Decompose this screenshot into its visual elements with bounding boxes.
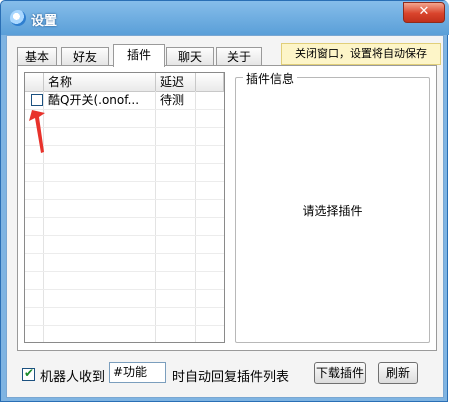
close-button[interactable]: ✕ — [403, 2, 445, 23]
tab-friends[interactable]: 好友 — [61, 47, 109, 66]
plugin-info-group: 插件信息 请选择插件 — [235, 70, 430, 343]
app-logo-icon — [10, 10, 26, 26]
plugin-enable-checkbox[interactable] — [31, 94, 43, 106]
autosave-notice: 关闭窗口，设置将自动保存 — [281, 43, 441, 65]
select-plugin-placeholder: 请选择插件 — [302, 204, 363, 218]
grid-line — [25, 325, 224, 326]
grid-line — [25, 307, 224, 308]
title-bar[interactable]: 设置 ✕ — [1, 1, 449, 35]
auto-reply-suffix-label: 时自动回复插件列表 — [172, 370, 290, 385]
header-spacer — [196, 73, 224, 91]
grid-line — [25, 235, 224, 236]
download-plugin-button[interactable]: 下载插件 — [314, 362, 366, 384]
plugin-list[interactable]: 名称 延迟 酷Q开关(.onof... 待测 — [24, 72, 225, 343]
grid-line — [25, 109, 224, 110]
grid-line — [25, 163, 224, 164]
list-header: 名称 延迟 — [25, 73, 224, 92]
tab-chat[interactable]: 聊天 — [166, 47, 214, 66]
grid-line — [25, 217, 224, 218]
grid-line — [25, 127, 224, 128]
auto-reply-label[interactable]: 机器人收到 — [40, 366, 105, 385]
header-check-column[interactable] — [25, 73, 44, 91]
tab-plugins[interactable]: 插件 — [113, 44, 165, 67]
grid-line — [25, 289, 224, 290]
settings-content: 基本 好友 插件 聊天 关于 关闭窗口，设置将自动保存 名称 延迟 酷Q开关(.… — [6, 35, 444, 398]
window-title: 设置 — [31, 14, 58, 29]
grid-line — [25, 253, 224, 254]
header-delay[interactable]: 延迟 — [156, 73, 196, 91]
auto-reply-checkbox[interactable]: ✔ — [22, 366, 35, 381]
grid-line — [25, 181, 224, 182]
bottom-bar: ✔ 机器人收到 #功能 时自动回复插件列表 下载插件 刷新 — [7, 354, 443, 394]
settings-window: 设置 ✕ 基本 好友 插件 聊天 关于 关闭窗口，设置将自动保存 名称 延迟 酷… — [0, 0, 449, 402]
plugins-panel: 名称 延迟 酷Q开关(.onof... 待测 插件信息 请选择插件 — [17, 65, 437, 351]
header-name[interactable]: 名称 — [44, 73, 156, 91]
grid-line — [25, 145, 224, 146]
refresh-button[interactable]: 刷新 — [378, 362, 418, 384]
checkmark-icon: ✔ — [24, 366, 35, 380]
grid-line — [25, 199, 224, 200]
keyword-input[interactable]: #功能 — [109, 362, 166, 383]
tab-basic[interactable]: 基本 — [17, 47, 57, 66]
tab-about[interactable]: 关于 — [216, 47, 262, 66]
plugin-info-title: 插件信息 — [243, 70, 298, 87]
plugin-name: 酷Q开关(.onof... — [48, 93, 140, 107]
plugin-delay: 待测 — [160, 93, 185, 107]
grid-line — [25, 271, 224, 272]
